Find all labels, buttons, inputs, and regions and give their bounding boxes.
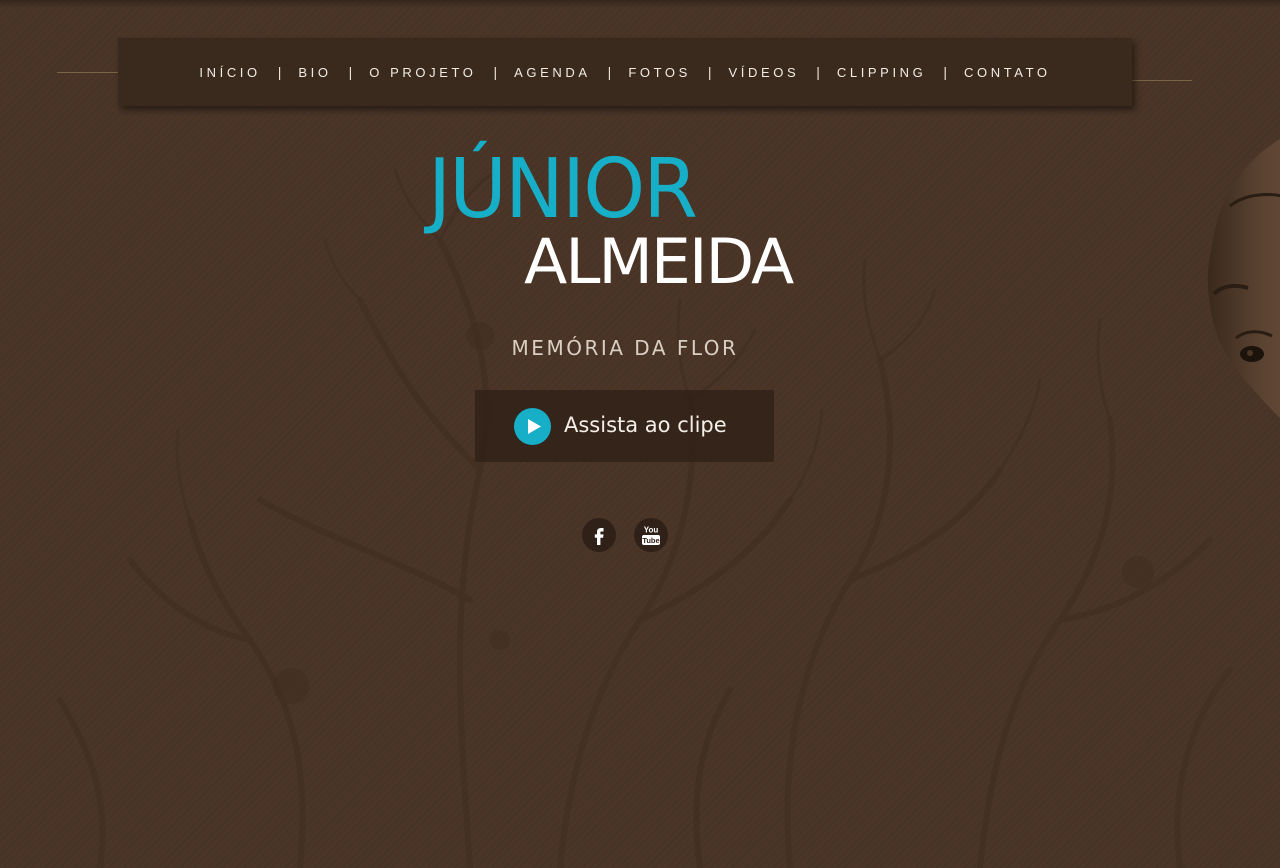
nav-separator: | — [493, 64, 498, 80]
watch-clip-label: Assista ao clipe — [564, 413, 727, 437]
youtube-logo-text-bottom: Tube — [642, 536, 659, 545]
top-shadow-strip — [0, 0, 1280, 8]
nav-item-videos[interactable]: VÍDEOS — [729, 65, 800, 80]
nav-separator: | — [943, 64, 947, 80]
nav-separator: | — [277, 64, 282, 80]
logo-last-name: ALMEIDA — [524, 225, 794, 298]
main-navbar: INÍCIO | BIO | O PROJETO | AGENDA | FOTO… — [118, 38, 1132, 106]
album-subtitle: MEMÓRIA DA FLOR — [511, 336, 739, 360]
nav-item-contato[interactable]: CONTATO — [964, 65, 1051, 80]
nav-separator: | — [707, 64, 712, 80]
nav-item-agenda[interactable]: AGENDA — [514, 65, 591, 80]
watch-clip-button[interactable]: Assista ao clipe — [475, 390, 774, 462]
youtube-icon: You Tube — [642, 526, 660, 545]
nav-separator: | — [348, 64, 353, 80]
nav-item-clipping[interactable]: CLIPPING — [837, 65, 926, 80]
decorative-line-left — [57, 72, 119, 73]
youtube-logo-text-top: You — [644, 526, 659, 535]
nav-item-inicio[interactable]: INÍCIO — [199, 65, 260, 80]
facebook-icon — [594, 528, 604, 545]
nav-separator: | — [607, 64, 612, 80]
play-icon — [514, 408, 551, 445]
nav-separator: | — [816, 64, 820, 80]
artist-photo — [1207, 139, 1280, 419]
nav-list: INÍCIO | BIO | O PROJETO | AGENDA | FOTO… — [118, 38, 1132, 106]
artist-logo[interactable]: JÚNIOR ALMEIDA — [400, 140, 880, 310]
nav-item-fotos[interactable]: FOTOS — [628, 65, 691, 80]
youtube-link[interactable]: You Tube — [634, 518, 668, 552]
facebook-link[interactable] — [582, 518, 616, 552]
nav-item-o-projeto[interactable]: O PROJETO — [369, 65, 476, 80]
decorative-line-right — [1130, 80, 1192, 81]
nav-item-bio[interactable]: BIO — [298, 65, 331, 80]
